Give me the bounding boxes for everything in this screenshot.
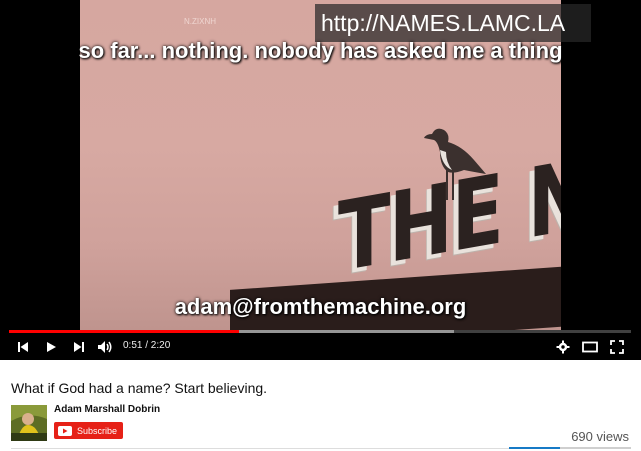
- gear-icon[interactable]: [554, 338, 572, 356]
- view-count: 690 views: [571, 429, 629, 444]
- url-overlay: http://NAMES.LAMC.LA: [315, 4, 591, 42]
- video-info: What if God had a name? Start believing.…: [0, 368, 641, 451]
- player-controls: 0:51 / 2:20: [0, 336, 641, 358]
- subtitle-text: so far... nothing. nobody has asked me a…: [78, 38, 563, 63]
- volume-icon[interactable]: [96, 338, 114, 356]
- channel-name[interactable]: Adam Marshall Dobrin: [54, 404, 160, 415]
- avatar[interactable]: [11, 405, 47, 441]
- fullscreen-icon[interactable]: [608, 338, 626, 356]
- skip-previous-icon[interactable]: [14, 338, 32, 356]
- like-ratio-bar: [509, 447, 560, 449]
- play-icon[interactable]: [42, 338, 60, 356]
- seagull-image: [424, 128, 486, 200]
- subscribe-button[interactable]: Subscribe: [54, 422, 123, 439]
- subtitle-caption: so far... nothing. nobody has asked me a…: [0, 38, 641, 64]
- channel-watermark: N.ZIXNH: [184, 17, 216, 26]
- progress-bar[interactable]: [9, 330, 631, 333]
- subscribe-label: Subscribe: [77, 425, 118, 436]
- time-display: 0:51 / 2:20: [123, 340, 171, 351]
- dislike-ratio-bar: [560, 447, 631, 449]
- email-overlay: adam@fromthemachine.org: [174, 294, 467, 319]
- youtube-logo-icon: [58, 425, 72, 436]
- video-title: What if God had a name? Start believing.: [11, 380, 268, 396]
- video-player[interactable]: THE N N.ZIXNH http://NAMES.LAMC.LA so fa…: [0, 0, 641, 360]
- progress-played: [9, 330, 240, 333]
- theater-mode-icon[interactable]: [581, 338, 599, 356]
- skip-next-icon[interactable]: [70, 338, 88, 356]
